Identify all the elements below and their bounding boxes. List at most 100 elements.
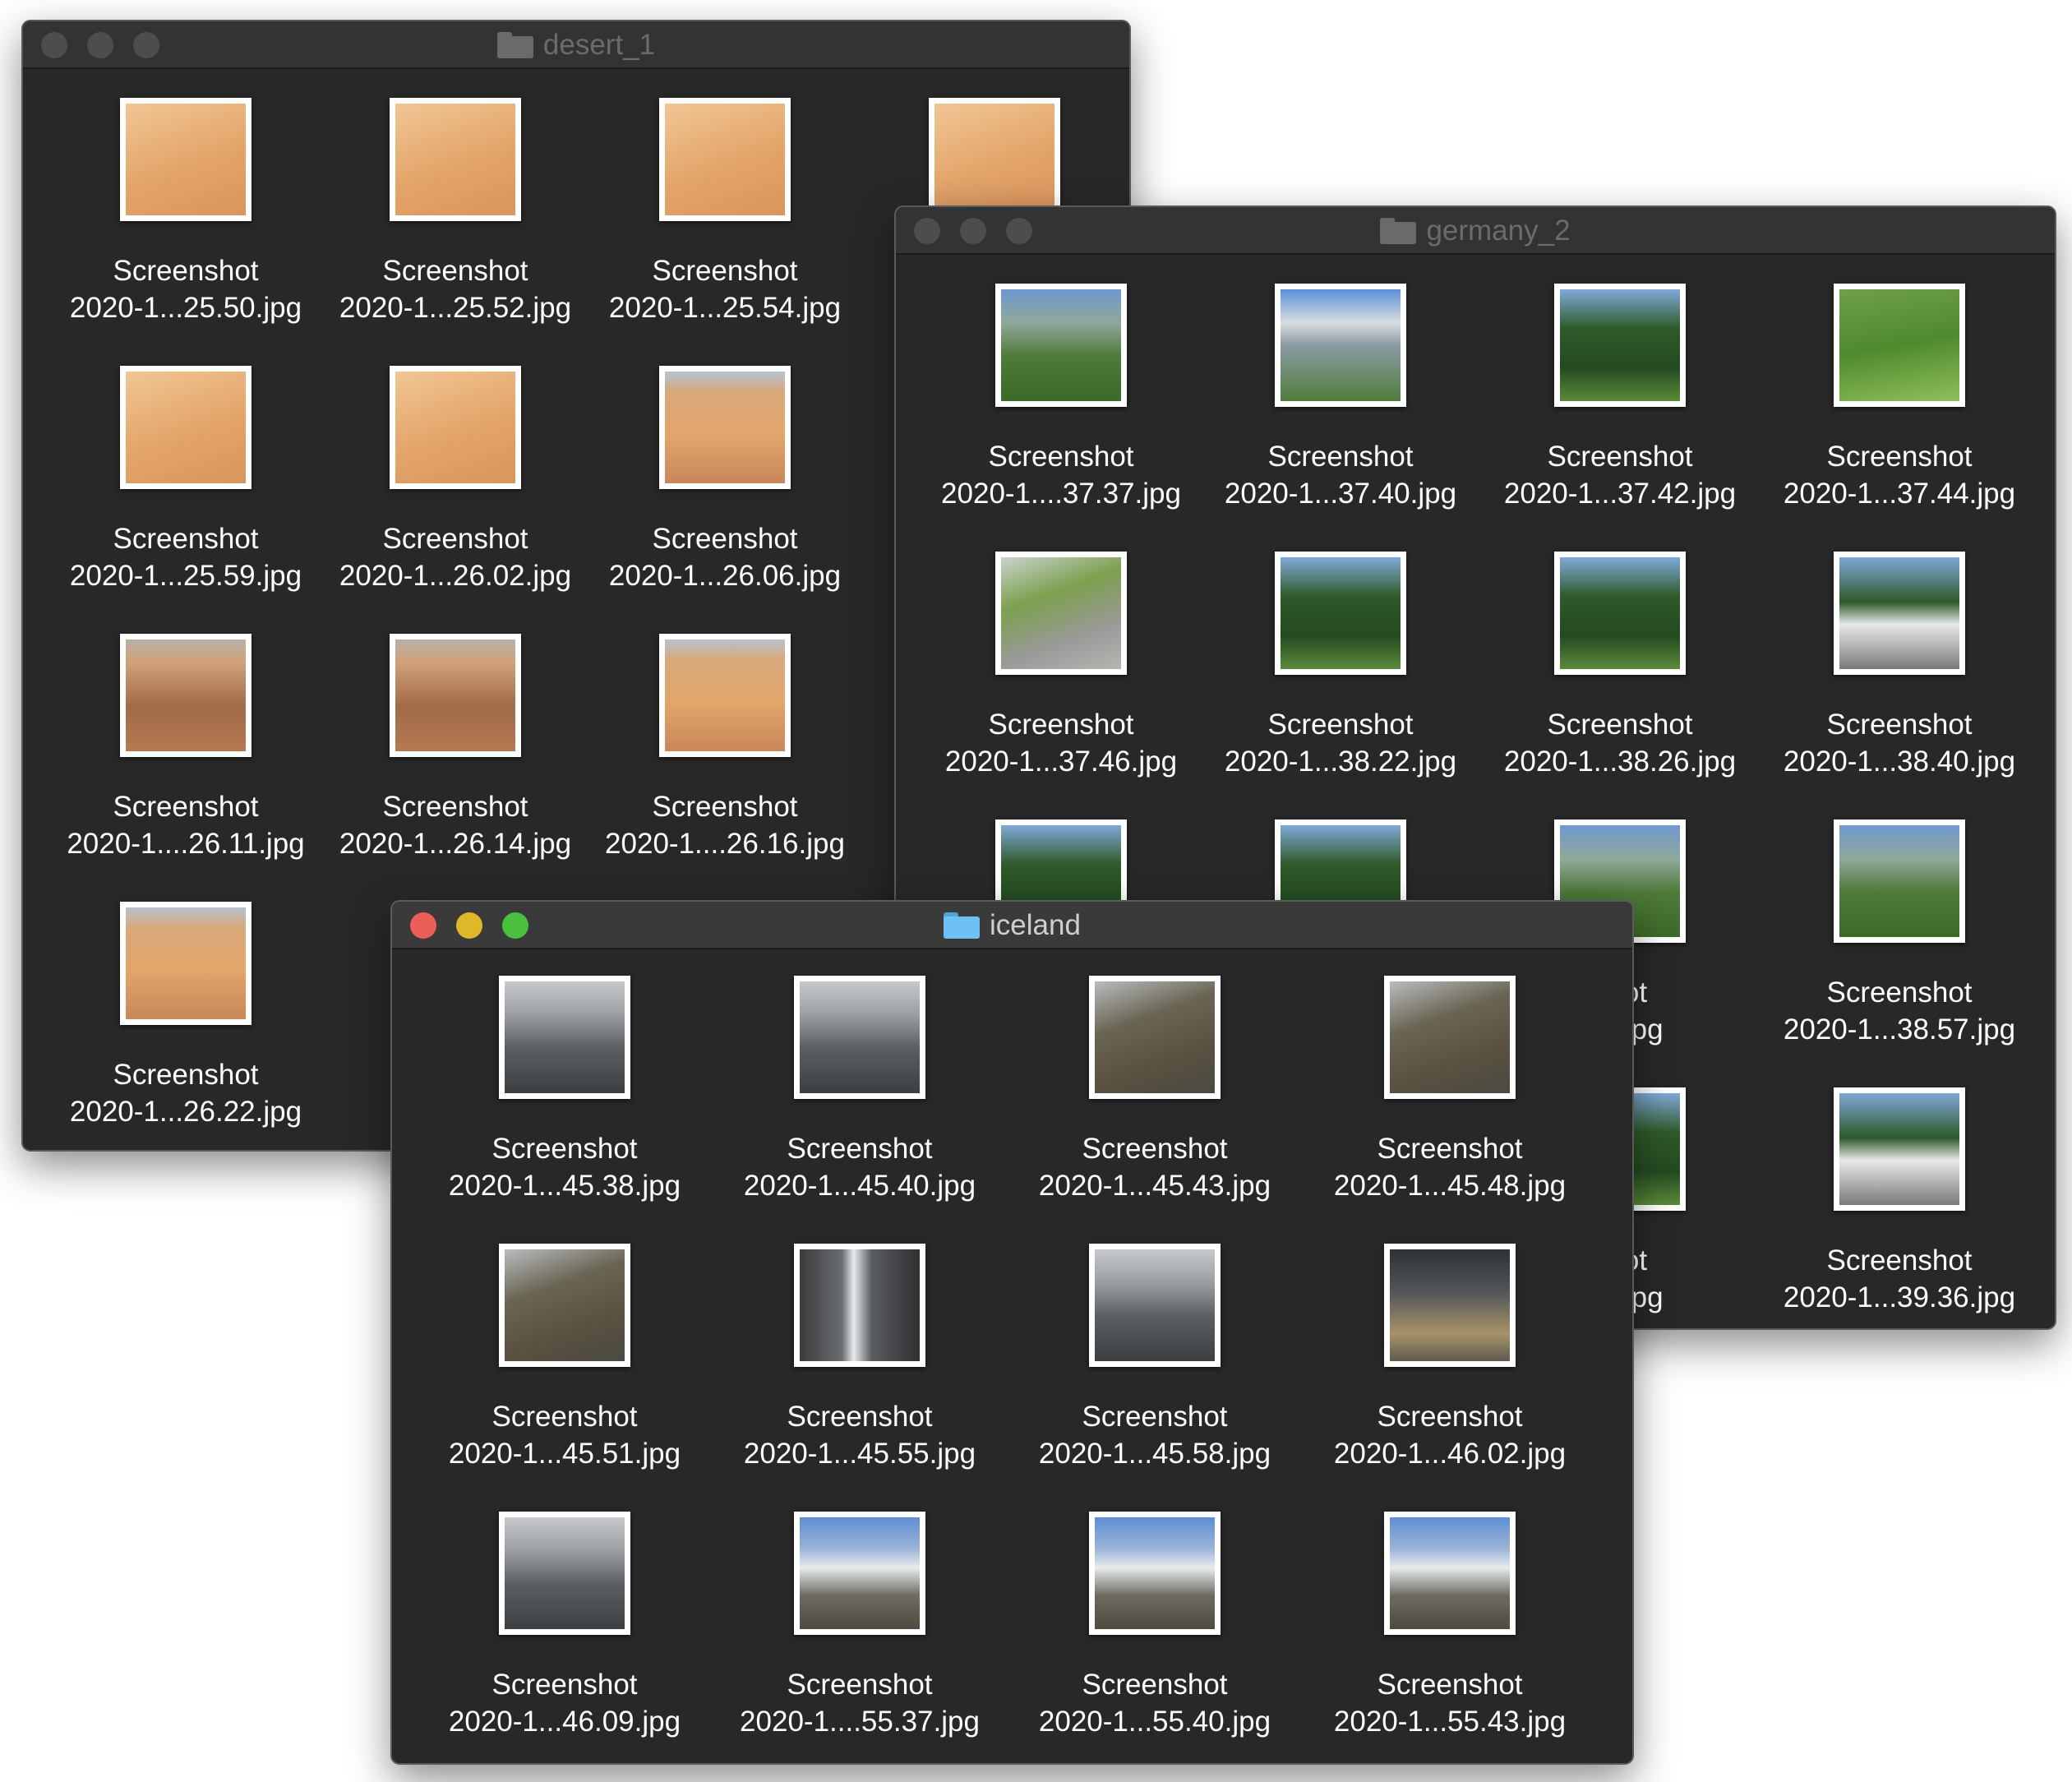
file-name-line1: Screenshot (1377, 1401, 1523, 1433)
file-name-line1: Screenshot (1082, 1669, 1228, 1701)
file-name: Screenshot 2020-1...26.22.jpg (30, 1056, 342, 1130)
photo-preview (395, 372, 515, 483)
image-thumbnail[interactable] (1554, 552, 1686, 675)
file-name-line2: 2020-1...46.09.jpg (448, 1706, 681, 1738)
file-name: Screenshot 2020-1...37.42.jpg (1464, 438, 1776, 512)
photo-preview (395, 639, 515, 751)
photo-preview (1390, 981, 1510, 1093)
file-name-line1: Screenshot (491, 1669, 638, 1701)
window-titlebar[interactable]: desert_1 (23, 21, 1129, 69)
image-thumbnail[interactable] (1834, 284, 1965, 407)
file-name: Screenshot 2020-1...55.40.jpg (999, 1666, 1311, 1740)
file-name: Screenshot 2020-1...46.02.jpg (1294, 1398, 1606, 1472)
image-thumbnail[interactable] (120, 634, 252, 757)
file-name-line2: 2020-1...45.43.jpg (1038, 1170, 1271, 1202)
file-name: Screenshot 2020-1...46.09.jpg (408, 1666, 721, 1740)
file-name: Screenshot 2020-1...38.22.jpg (1184, 706, 1497, 780)
photo-preview (934, 104, 1054, 215)
file-name-line1: Screenshot (652, 523, 798, 555)
image-thumbnail[interactable] (1384, 976, 1516, 1099)
image-thumbnail[interactable] (390, 634, 521, 757)
file-name-line1: Screenshot (1826, 1244, 1973, 1276)
file-name: Screenshot 2020-1...45.40.jpg (704, 1130, 1016, 1204)
file-name: Screenshot 2020-1...45.58.jpg (999, 1398, 1311, 1472)
image-thumbnail[interactable] (1384, 1244, 1516, 1367)
photo-preview (395, 104, 515, 215)
file-name-line2: 2020-1...26.14.jpg (339, 828, 572, 860)
image-thumbnail[interactable] (659, 634, 791, 757)
file-name: Screenshot 2020-1...25.50.jpg (30, 252, 342, 326)
photo-preview (1281, 289, 1401, 401)
file-name: Screenshot 2020-1...26.06.jpg (569, 520, 881, 594)
image-thumbnail[interactable] (1275, 284, 1406, 407)
image-thumbnail[interactable] (1275, 552, 1406, 675)
image-thumbnail[interactable] (120, 366, 252, 489)
image-thumbnail[interactable] (1089, 976, 1221, 1099)
photo-preview (505, 981, 625, 1093)
image-thumbnail[interactable] (794, 1512, 925, 1635)
file-name-line2: 2020-1...25.59.jpg (69, 560, 302, 592)
file-name-line2: 2020-1...37.46.jpg (944, 746, 1178, 778)
image-thumbnail[interactable] (390, 98, 521, 221)
file-name-line2: 2020-1...45.40.jpg (743, 1170, 976, 1202)
image-thumbnail[interactable] (499, 1512, 630, 1635)
image-thumbnail[interactable] (120, 98, 252, 221)
photo-preview (126, 639, 246, 751)
image-thumbnail[interactable] (1834, 1087, 1965, 1211)
file-name-line2: 2020-1...45.48.jpg (1333, 1170, 1567, 1202)
file-name-line1: Screenshot (787, 1133, 933, 1165)
file-name-line1: Screenshot (652, 791, 798, 823)
image-thumbnail[interactable] (499, 1244, 630, 1367)
file-name-line1: Screenshot (1826, 441, 1973, 473)
image-thumbnail[interactable] (1834, 819, 1965, 943)
image-thumbnail[interactable] (995, 552, 1127, 675)
file-name-line2: 2020-1...26.22.jpg (69, 1096, 302, 1128)
file-name-line1: Screenshot (1377, 1133, 1523, 1165)
window-titlebar[interactable]: germany_2 (896, 207, 2055, 255)
image-thumbnail[interactable] (1834, 552, 1965, 675)
photo-preview (1095, 1249, 1215, 1361)
photo-preview (1281, 557, 1401, 669)
file-name-line2: 2020-1...46.02.jpg (1333, 1438, 1567, 1470)
file-name-line1: Screenshot (113, 791, 259, 823)
photo-preview (665, 639, 785, 751)
file-name-line2: 2020-1...26.06.jpg (608, 560, 842, 592)
file-name-line1: Screenshot (1547, 441, 1693, 473)
file-name-line1: Screenshot (113, 523, 259, 555)
file-name-line2: 2020-1...25.54.jpg (608, 292, 842, 324)
image-thumbnail[interactable] (1089, 1244, 1221, 1367)
file-name-line2: 2020-1...55.40.jpg (1038, 1706, 1271, 1738)
file-name: Screenshot 2020-1....26.16.jpg (569, 788, 881, 862)
image-thumbnail[interactable] (390, 366, 521, 489)
file-name-line1: Screenshot (1377, 1669, 1523, 1701)
file-name-line2: 2020-1....26.11.jpg (67, 828, 305, 860)
window-title-text: iceland (990, 909, 1081, 941)
file-name-line1: Screenshot (491, 1133, 638, 1165)
file-name: Screenshot 2020-1....55.37.jpg (704, 1666, 1016, 1740)
file-name: Screenshot 2020-1...38.57.jpg (1743, 974, 2055, 1048)
file-name-line2: 2020-1...45.55.jpg (743, 1438, 976, 1470)
image-thumbnail[interactable] (794, 1244, 925, 1367)
finder-window-iceland[interactable]: iceland Screenshot 2020-1...45.38.jpg Scre… (390, 900, 1634, 1765)
image-thumbnail[interactable] (794, 976, 925, 1099)
file-name-line2: 2020-1...38.22.jpg (1224, 746, 1457, 778)
file-name-line2: 2020-1....26.16.jpg (605, 828, 845, 860)
image-thumbnail[interactable] (1554, 284, 1686, 407)
window-titlebar[interactable]: iceland (392, 902, 1632, 949)
file-name: Screenshot 2020-1...26.14.jpg (299, 788, 611, 862)
image-thumbnail[interactable] (929, 98, 1060, 221)
image-thumbnail[interactable] (659, 98, 791, 221)
photo-preview (1001, 289, 1121, 401)
image-thumbnail[interactable] (995, 284, 1127, 407)
image-thumbnail[interactable] (1384, 1512, 1516, 1635)
image-thumbnail[interactable] (499, 976, 630, 1099)
file-name: Screenshot 2020-1...26.02.jpg (299, 520, 611, 594)
file-name-line2: 2020-1...55.43.jpg (1333, 1706, 1567, 1738)
file-name-line1: Screenshot (113, 255, 259, 287)
file-name-line1: Screenshot (1082, 1401, 1228, 1433)
image-thumbnail[interactable] (659, 366, 791, 489)
image-thumbnail[interactable] (120, 902, 252, 1025)
image-thumbnail[interactable] (1089, 1512, 1221, 1635)
file-name-line2: 2020-1...38.40.jpg (1783, 746, 2016, 778)
window-title: desert_1 (23, 21, 1129, 69)
